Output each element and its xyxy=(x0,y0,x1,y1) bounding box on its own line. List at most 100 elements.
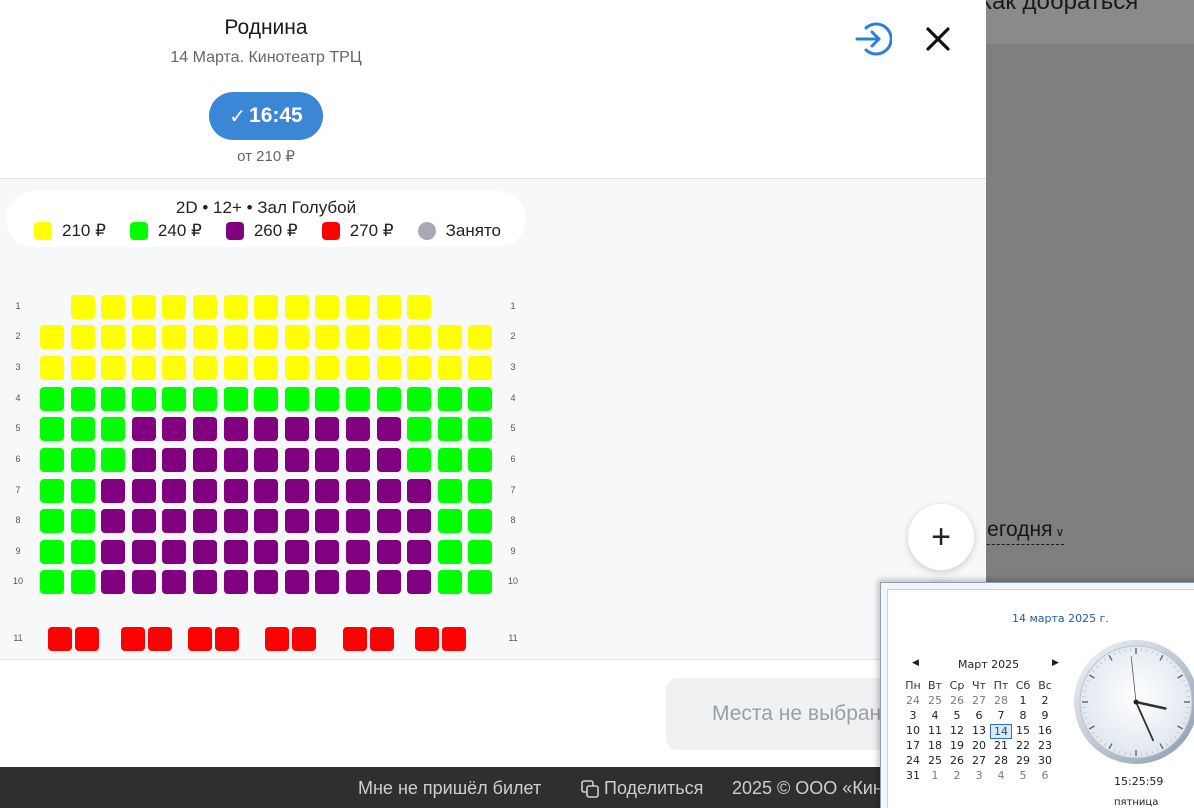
seat[interactable] xyxy=(315,448,340,472)
calendar-day[interactable]: 11 xyxy=(924,724,946,737)
seat[interactable] xyxy=(284,479,309,503)
seat[interactable] xyxy=(40,448,64,472)
seat[interactable] xyxy=(70,387,95,411)
calendar-day[interactable]: 2 xyxy=(946,769,968,782)
seat[interactable] xyxy=(468,356,493,380)
seat[interactable] xyxy=(162,417,187,441)
seat[interactable] xyxy=(131,540,156,564)
seat[interactable] xyxy=(315,540,340,564)
hall-map-area[interactable]: 2D • 12+ • Зал Голубой 210 ₽240 ₽260 ₽27… xyxy=(0,178,986,660)
seat[interactable] xyxy=(162,295,187,319)
calendar-day[interactable]: 5 xyxy=(1012,769,1034,782)
calendar-day[interactable]: 1 xyxy=(924,769,946,782)
seat[interactable] xyxy=(40,417,64,441)
seat[interactable] xyxy=(370,627,394,651)
seat[interactable] xyxy=(48,627,72,651)
calendar-day[interactable]: 4 xyxy=(924,709,946,722)
calendar-day[interactable]: 8 xyxy=(1012,709,1034,722)
seat[interactable] xyxy=(101,570,126,594)
seat[interactable] xyxy=(376,540,401,564)
seat[interactable] xyxy=(215,627,239,651)
seat[interactable] xyxy=(131,417,156,441)
seat[interactable] xyxy=(284,356,309,380)
seat[interactable] xyxy=(101,387,126,411)
calendar-day[interactable]: 14 xyxy=(990,724,1012,739)
calendar-day[interactable]: 18 xyxy=(924,739,946,752)
calendar-day[interactable]: 26 xyxy=(946,754,968,767)
calendar-day[interactable]: 28 xyxy=(990,754,1012,767)
seat[interactable] xyxy=(162,509,187,533)
seat[interactable] xyxy=(101,417,126,441)
calendar-day[interactable]: 3 xyxy=(902,709,924,722)
seat[interactable] xyxy=(193,387,217,411)
seat[interactable] xyxy=(131,448,156,472)
seat[interactable] xyxy=(468,417,493,441)
seat[interactable] xyxy=(193,448,217,472)
seat[interactable] xyxy=(254,479,279,503)
seat[interactable] xyxy=(437,387,462,411)
zoom-in-button[interactable]: + xyxy=(908,504,974,570)
seat[interactable] xyxy=(468,325,493,349)
seat[interactable] xyxy=(254,295,279,319)
seat[interactable] xyxy=(346,295,370,319)
seat[interactable] xyxy=(254,325,279,349)
calendar-day[interactable]: 9 xyxy=(1034,709,1056,722)
calendar-day[interactable]: 7 xyxy=(990,709,1012,722)
calendar-day[interactable]: 6 xyxy=(968,709,990,722)
seat[interactable] xyxy=(284,448,309,472)
seat[interactable] xyxy=(376,325,401,349)
seat[interactable] xyxy=(265,627,289,651)
calendar-day[interactable]: 25 xyxy=(924,754,946,767)
seat[interactable] xyxy=(407,479,432,503)
seat[interactable] xyxy=(437,479,462,503)
seat[interactable] xyxy=(407,570,432,594)
seat[interactable] xyxy=(254,509,279,533)
calendar-day[interactable]: 2 xyxy=(1034,694,1056,707)
close-icon[interactable] xyxy=(920,21,956,57)
seat[interactable] xyxy=(346,448,370,472)
seat[interactable] xyxy=(223,387,248,411)
seat[interactable] xyxy=(468,509,493,533)
login-icon[interactable] xyxy=(854,20,892,58)
seat[interactable] xyxy=(223,509,248,533)
seat[interactable] xyxy=(162,448,187,472)
seat[interactable] xyxy=(376,448,401,472)
seat[interactable] xyxy=(407,295,432,319)
seat[interactable] xyxy=(40,509,64,533)
seat[interactable] xyxy=(315,387,340,411)
seat[interactable] xyxy=(162,570,187,594)
seat[interactable] xyxy=(193,570,217,594)
seat[interactable] xyxy=(188,627,212,651)
seat[interactable] xyxy=(223,448,248,472)
seat[interactable] xyxy=(315,356,340,380)
calendar-day[interactable]: 24 xyxy=(902,694,924,707)
seat[interactable] xyxy=(315,479,340,503)
calendar-day[interactable]: 6 xyxy=(1034,769,1056,782)
calendar-day[interactable]: 24 xyxy=(902,754,924,767)
seat[interactable] xyxy=(437,509,462,533)
seat[interactable] xyxy=(70,356,95,380)
seat[interactable] xyxy=(131,509,156,533)
calendar-day[interactable]: 12 xyxy=(946,724,968,737)
seat[interactable] xyxy=(284,509,309,533)
seat[interactable] xyxy=(162,387,187,411)
seat[interactable] xyxy=(131,325,156,349)
seat[interactable] xyxy=(193,356,217,380)
seat[interactable] xyxy=(193,417,217,441)
calendar-month-label[interactable]: Март 2025 xyxy=(958,658,1019,671)
seat[interactable] xyxy=(162,356,187,380)
seat[interactable] xyxy=(40,570,64,594)
calendar-day[interactable]: 29 xyxy=(1012,754,1034,767)
seat[interactable] xyxy=(70,570,95,594)
calendar-day[interactable]: 13 xyxy=(968,724,990,737)
seat[interactable] xyxy=(376,295,401,319)
seat[interactable] xyxy=(437,417,462,441)
seat[interactable] xyxy=(284,540,309,564)
seat[interactable] xyxy=(315,509,340,533)
seat[interactable] xyxy=(437,356,462,380)
seat[interactable] xyxy=(376,417,401,441)
calendar-day[interactable]: 10 xyxy=(902,724,924,737)
seat[interactable] xyxy=(193,509,217,533)
seat[interactable] xyxy=(40,540,64,564)
seat[interactable] xyxy=(407,417,432,441)
